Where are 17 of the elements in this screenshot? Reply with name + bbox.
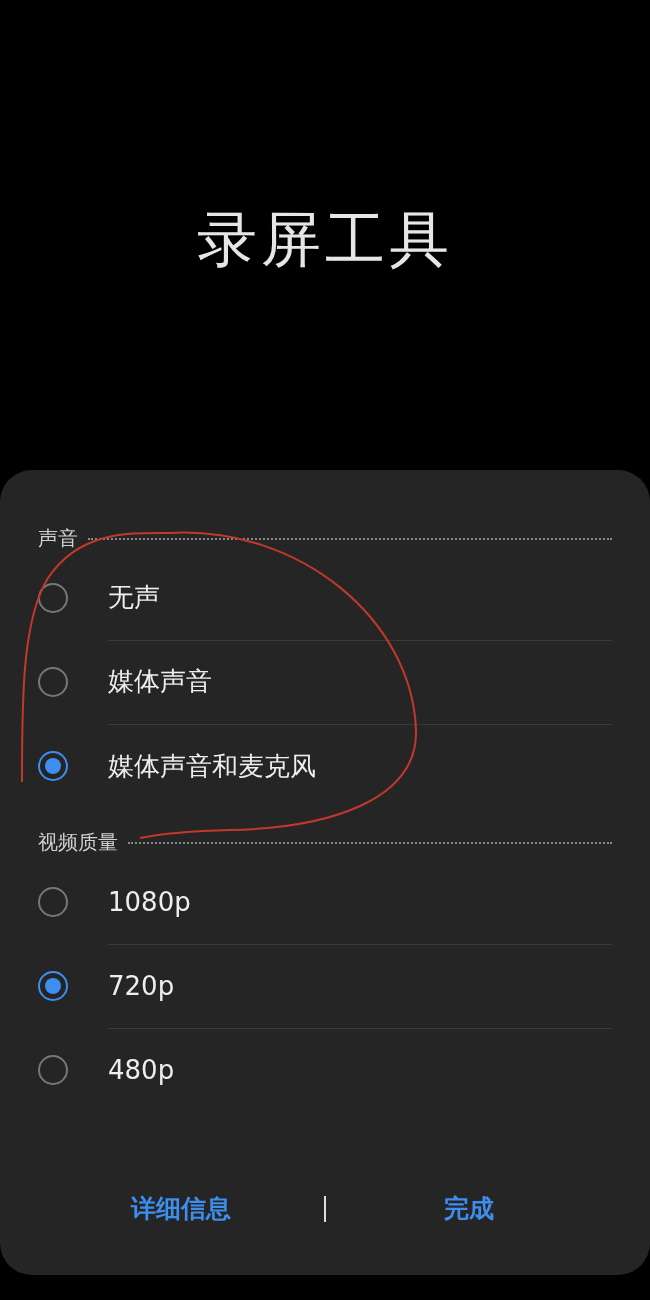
option-label[interactable]: 媒体声音和麦克风: [108, 724, 612, 808]
option-label[interactable]: 媒体声音: [108, 639, 612, 725]
option-label[interactable]: 480p: [108, 1028, 612, 1112]
radio-button[interactable]: [38, 751, 68, 781]
option-label[interactable]: 720p: [108, 943, 612, 1029]
screen-title: 录屏工具: [197, 202, 453, 276]
radio-button[interactable]: [38, 887, 68, 917]
dialog-button[interactable]: 完成: [326, 1182, 612, 1235]
radio-button[interactable]: [38, 583, 68, 613]
option-label[interactable]: 1080p: [108, 859, 612, 945]
dialog-button[interactable]: 详细信息: [38, 1182, 324, 1235]
radio-button[interactable]: [38, 1055, 68, 1085]
radio-button[interactable]: [38, 667, 68, 697]
option-label[interactable]: 无声: [108, 555, 612, 641]
radio-button[interactable]: [38, 971, 68, 1001]
section-header: 视频质量: [38, 828, 118, 856]
section-header: 声音: [38, 524, 78, 552]
